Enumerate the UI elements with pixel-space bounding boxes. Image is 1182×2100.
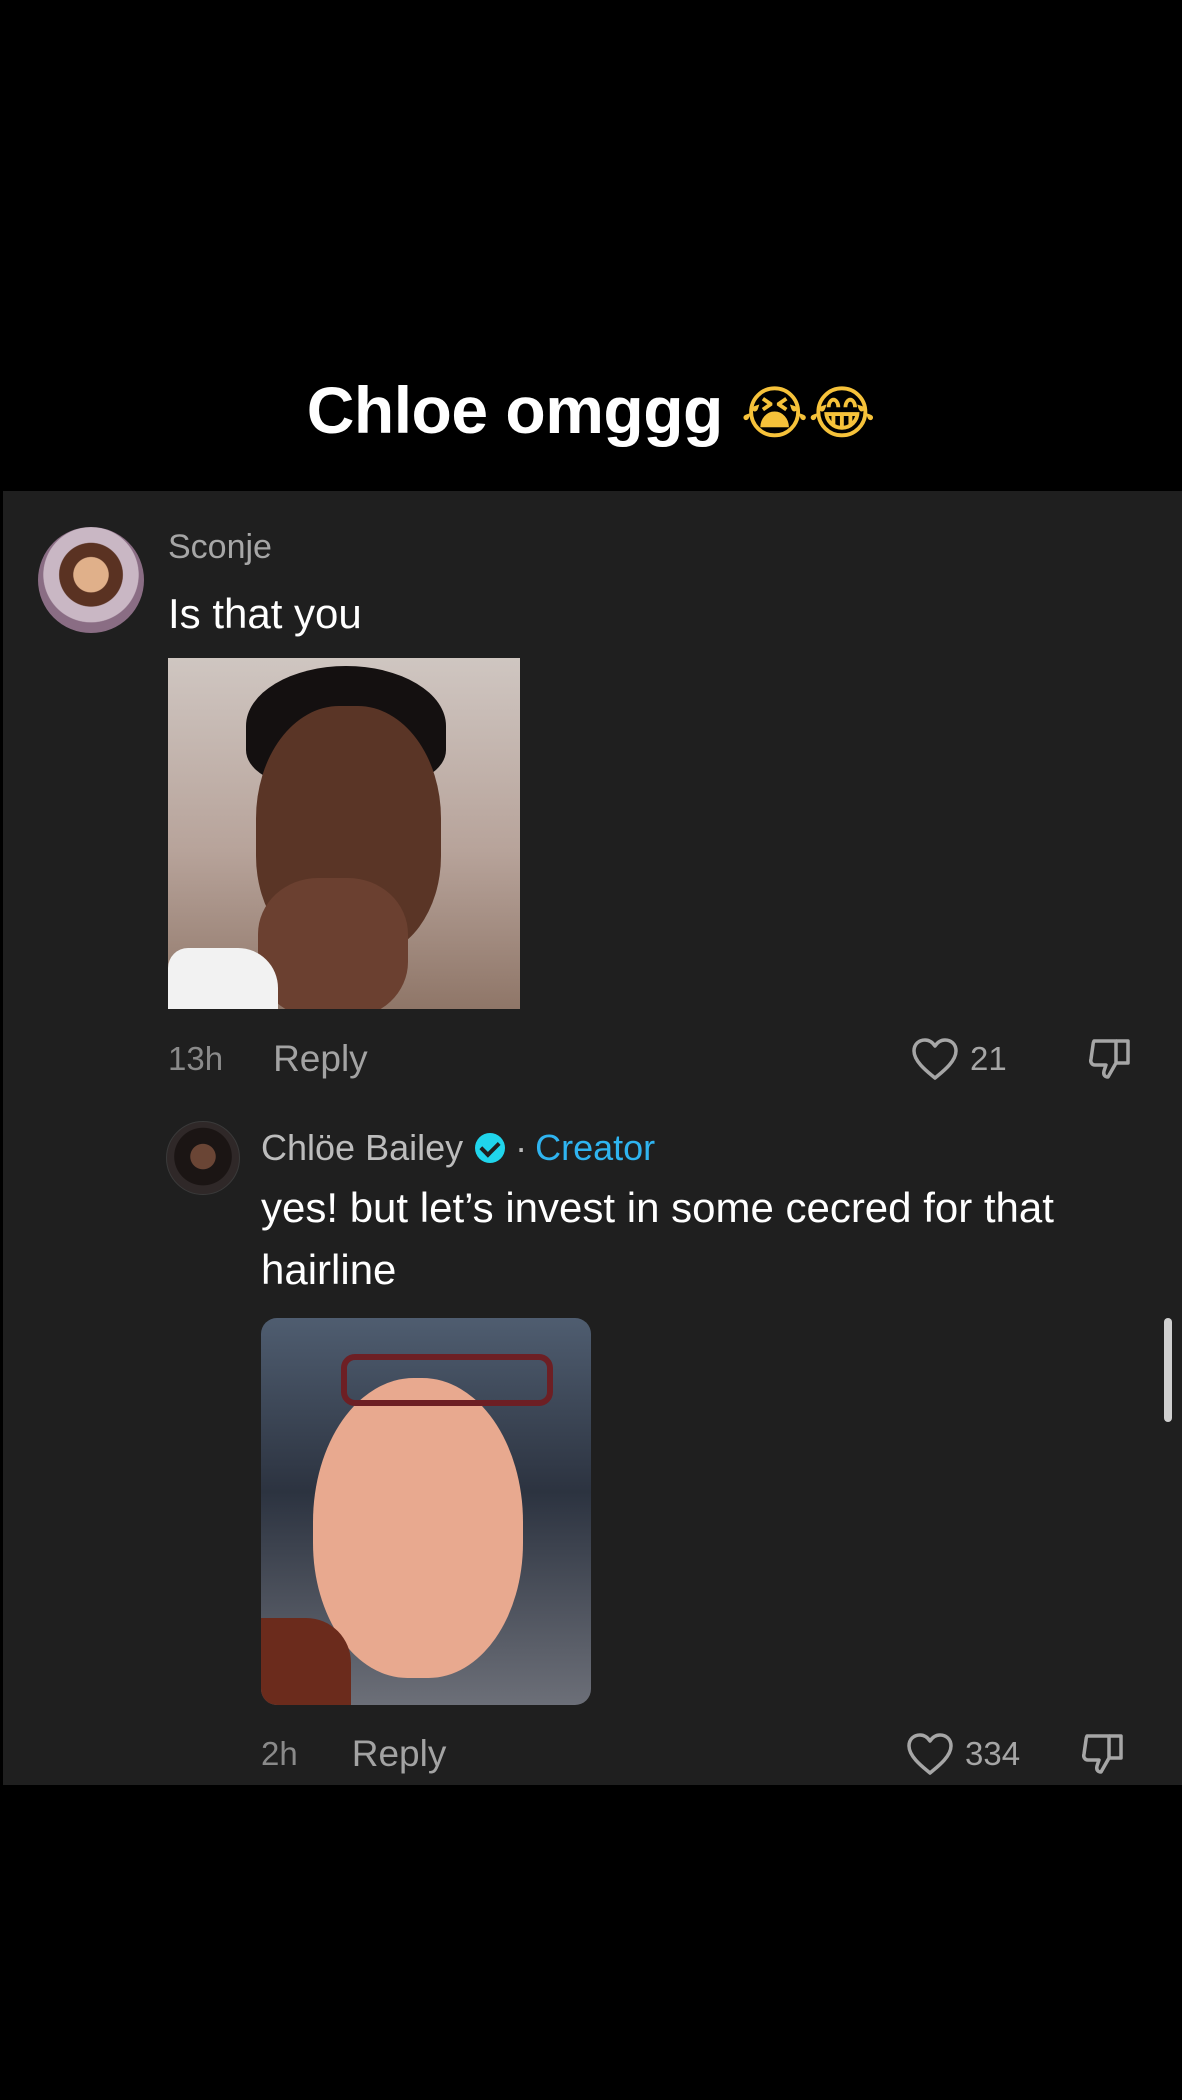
heart-icon (912, 1038, 958, 1080)
dislike-icon[interactable] (1079, 1730, 1129, 1778)
video-caption: Chloe omggg 😭😂 (0, 365, 1182, 458)
reply-button[interactable]: Reply (273, 1038, 368, 1080)
like-count: 21 (970, 1040, 1007, 1077)
separator: · (515, 1127, 528, 1168)
comment-time: 13h (168, 1040, 224, 1077)
reply-author-line: Chlöe Bailey · Creator (261, 1123, 655, 1173)
caption-emojis: 😭😂 (740, 379, 876, 447)
reply-text: yes! but let’s invest in some cecred for… (261, 1184, 1054, 1293)
comment-image[interactable] (168, 658, 520, 1009)
caption-text: Chloe omggg (306, 373, 724, 447)
verified-icon (475, 1133, 506, 1163)
like-count: 334 (965, 1735, 1021, 1772)
like-button[interactable]: 21 (910, 1036, 1007, 1082)
comment-username[interactable]: Sconje (168, 527, 272, 567)
creator-badge: Creator (535, 1127, 656, 1168)
dislike-icon[interactable] (1086, 1035, 1136, 1083)
avatar[interactable] (166, 1121, 240, 1195)
reply-time: 2h (261, 1735, 298, 1772)
heart-icon (907, 1733, 953, 1775)
comment-text: Is that you (168, 590, 362, 637)
reply-image[interactable] (261, 1318, 591, 1705)
reply-button[interactable]: Reply (352, 1733, 447, 1775)
comment-meta: 13h Reply (168, 1036, 368, 1082)
avatar[interactable] (38, 527, 144, 633)
like-button[interactable]: 334 (905, 1731, 1020, 1777)
comments-panel: Sconje Is that you 13h Reply 21 Chlöe Ba… (3, 491, 1182, 1785)
reply-username[interactable]: Chlöe Bailey (261, 1127, 463, 1169)
scrollbar[interactable] (1164, 1318, 1172, 1422)
reply-meta: 2h Reply (261, 1731, 446, 1777)
